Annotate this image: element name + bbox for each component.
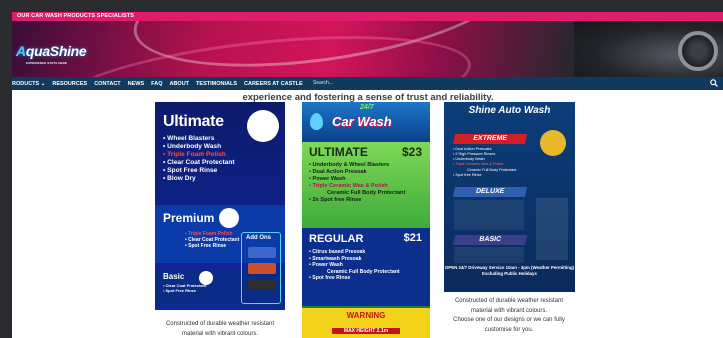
addon-image [248, 263, 276, 274]
plan-title: REGULAR [309, 233, 364, 245]
search-icon[interactable] [710, 79, 718, 87]
caption-flyer-1: Constructed of durable weather resistant… [155, 320, 285, 338]
flyer-title-ultimate: Ultimate [163, 113, 224, 130]
opening-hours: OPEN 24/7 Driveway Service 10am - 3pm (W… [444, 265, 575, 276]
nav-careers[interactable]: CAREERS AT CASTLE [244, 81, 303, 87]
list-item: • 2x Spot free Rinse [309, 196, 362, 203]
logo-letter: A [16, 43, 26, 59]
caption-line: material with vibrant colours. [470, 307, 548, 314]
warning-banner: WARNING MAX HEIGHT 2.1m [302, 308, 430, 338]
addon-image [248, 279, 276, 290]
flyer-247-car-wash[interactable]: 24/7 Car Wash ULTIMATE $23 • Underbody &… [302, 102, 430, 338]
list-item: • Spot free Rinse [453, 172, 482, 177]
plan-price: $21 [403, 232, 422, 244]
addon-image [248, 247, 276, 258]
water-drop-icon [310, 113, 323, 130]
caption-flyer-3: Constructed of durable weather resistant… [434, 297, 584, 335]
flyer-ultimate-premium-basic[interactable]: Ultimate • Wheel Blasters • Underbody Wa… [155, 102, 285, 310]
list-item: • Blow Dry [163, 175, 196, 183]
caption-line: Constructed of durable weather resistant [454, 298, 564, 304]
header-banner: AquaShine EXPERIENCE STAYS HERE [12, 21, 723, 77]
badge-circle [219, 208, 239, 228]
max-height-label: MAX HEIGHT 2.1m [332, 328, 400, 334]
plan-deluxe: DELUXE [452, 187, 528, 197]
nav-faq[interactable]: FAQ [151, 81, 162, 87]
main-navigation: RODUCTS ⌄ RESOURCES CONTACT NEWS FAQ ABO… [12, 77, 723, 90]
nav-products[interactable]: RODUCTS ⌄ [12, 81, 45, 87]
list-item: • Spot free Rinse [309, 275, 351, 281]
logo-tagline: EXPERIENCE STAYS HERE [26, 61, 67, 65]
list-item: • Triple Foam Polish [163, 151, 226, 159]
nav-resources[interactable]: RESOURCES [52, 81, 87, 87]
top-announcement-bar: OUR CAR WASH PRODUCTS SPECIALISTS [12, 12, 723, 21]
list-item: • Spot Free Rinse [163, 287, 196, 293]
addons-box: Add Ons [241, 232, 281, 304]
flyer-header: 24/7 Car Wash [302, 102, 430, 142]
flyer-title-premium: Premium [163, 211, 215, 225]
list-item: • Spot Free Rinse [185, 243, 227, 250]
wheel-graphic [678, 31, 718, 71]
basic-list: • Clear Coat Protectant • Spot Free Rins… [163, 283, 206, 294]
caption-line: customise for you. [484, 326, 534, 333]
plan-price: $23 [401, 145, 422, 159]
caption-line: material with vibrant colours. [181, 330, 259, 337]
flyer-title: Shine Auto Wash [468, 105, 551, 116]
list-item: • Underbody & Wheel Blasters [309, 162, 390, 168]
flyer-title-basic: Basic [163, 272, 185, 281]
brand-name: Car Wash [332, 114, 392, 129]
nav-about[interactable]: ABOUT [169, 81, 189, 87]
regular-list: • Citrus based Presoak • Smartwash Preso… [309, 249, 400, 282]
partner-logos [536, 198, 568, 260]
logo-text: quaShine [25, 43, 87, 59]
list-item: • Power Wash [309, 175, 346, 182]
list-item: • Underbody Wash [163, 143, 222, 151]
nav-testimonials[interactable]: TESTIMONIALS [196, 81, 237, 87]
warning-title: WARNING [346, 311, 386, 320]
badge-circle [247, 110, 279, 142]
extreme-list: • Dual Action Presoaks • 2 High Pressure… [453, 147, 516, 178]
site-logo[interactable]: AquaShine [16, 43, 87, 59]
basic-list [454, 247, 524, 263]
list-item: • Triple Ceramic Wax & Polish [309, 182, 388, 189]
plan-extreme: EXTREME [452, 134, 528, 144]
ultimate-list: • Wheel Blasters • Underbody Wash • Trip… [163, 135, 235, 183]
price-badge [540, 130, 566, 156]
list-item: • Clear Coat Protectant [163, 159, 235, 167]
ultimate-list: • Underbody & Wheel Blasters • Dual Acti… [309, 162, 405, 204]
deluxe-list [454, 200, 524, 230]
premium-list: • Triple Foam Polish • Clear Coat Protec… [185, 231, 239, 249]
car-image [574, 21, 723, 77]
ultimate-panel: ULTIMATE $23 • Underbody & Wheel Blaster… [302, 142, 430, 228]
browser-viewport: OUR CAR WASH PRODUCTS SPECIALISTS AquaSh… [12, 12, 723, 338]
brand-top: 24/7 [360, 104, 374, 111]
list-item: • Dual Action Presoak [309, 168, 367, 175]
regular-panel: REGULAR $21 • Citrus based Presoak • Sma… [302, 228, 430, 306]
plan-basic: BASIC [452, 235, 528, 245]
nav-news[interactable]: NEWS [128, 81, 145, 87]
list-item: Ceramic Full Body Protectant [327, 189, 406, 196]
plan-title: ULTIMATE [309, 145, 368, 159]
list-item: • Wheel Blasters [163, 135, 215, 142]
nav-contact[interactable]: CONTACT [94, 81, 120, 87]
flyer-shine-auto-wash[interactable]: Shine Auto Wash EXTREME • Dual Action Pr… [444, 102, 575, 292]
caption-line: Constructed of durable weather resistant [165, 321, 275, 327]
caption-line: Choose one of our designs or we can full… [453, 317, 565, 323]
addons-title: Add Ons [246, 235, 271, 241]
list-item: • Spot Free Rinse [163, 167, 218, 175]
search-input[interactable]: Search... [313, 79, 693, 88]
